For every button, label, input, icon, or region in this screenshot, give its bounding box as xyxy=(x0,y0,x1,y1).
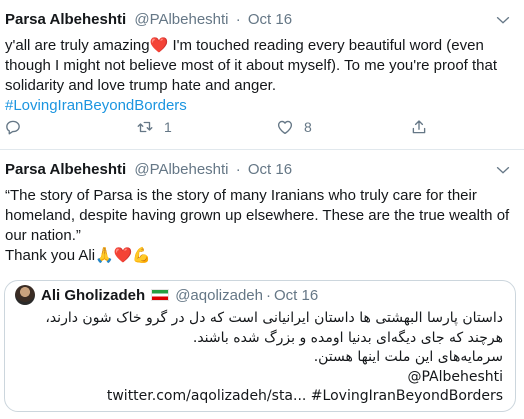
separator-dot: · xyxy=(235,161,241,178)
chevron-down-icon[interactable] xyxy=(495,162,511,178)
quoted-tweet-text: داستان پارسا البهشتی ها داستان ایرانیانی… xyxy=(23,309,503,407)
avatar[interactable] xyxy=(15,285,35,305)
quoted-line: سرمایه‌های این ملت اینها هستن. xyxy=(313,349,503,365)
tweet-date[interactable]: Oct 16 xyxy=(248,11,292,28)
tweet-text: y'all are truly amazing❤️ I'm touched re… xyxy=(5,36,515,116)
quoted-tweet-date[interactable]: Oct 16 xyxy=(274,287,318,304)
tweet-text: “The story of Parsa is the story of many… xyxy=(5,186,515,266)
share-button[interactable] xyxy=(410,118,428,136)
like-button[interactable]: 8 xyxy=(276,118,312,136)
quoted-tweet-card[interactable]: Ali Gholizadeh @aqolizadeh · Oct 16 داست… xyxy=(4,280,516,412)
quoted-tweet-header: Ali Gholizadeh @aqolizadeh · Oct 16 xyxy=(15,285,318,305)
separator-dot: · xyxy=(265,286,271,304)
quoted-author-name[interactable]: Ali Gholizadeh xyxy=(41,287,145,304)
tweet-actions: 1 8 xyxy=(0,118,524,142)
like-icon xyxy=(276,118,294,136)
tweet-header: Parsa Albeheshti @PAlbeheshti · Oct 16 xyxy=(5,160,292,180)
like-count: 8 xyxy=(304,119,312,135)
retweet-count: 1 xyxy=(164,119,172,135)
tweet-date[interactable]: Oct 16 xyxy=(248,161,292,178)
tweet-text-part: y'all are truly amazing xyxy=(5,37,150,54)
quoted-author-handle[interactable]: @aqolizadeh xyxy=(175,287,263,304)
author-name[interactable]: Parsa Albeheshti xyxy=(5,11,126,28)
quoted-link-line[interactable]: twitter.com/aqolizadeh/sta... #LovingIra… xyxy=(23,387,503,407)
share-icon xyxy=(410,118,428,136)
tweet-1[interactable]: Parsa Albeheshti @PAlbeheshti · Oct 16 y… xyxy=(0,0,524,150)
retweet-button[interactable]: 1 xyxy=(136,118,172,136)
reply-icon xyxy=(4,118,22,136)
author-handle[interactable]: @PAlbeheshti xyxy=(134,11,228,28)
emoji-group: 🙏❤️💪 xyxy=(95,247,152,264)
hashtag-link[interactable]: #LovingIranBeyondBorders xyxy=(5,97,187,114)
separator-dot: · xyxy=(235,11,241,28)
iran-flag-icon xyxy=(151,289,170,301)
author-handle[interactable]: @PAlbeheshti xyxy=(134,161,228,178)
mention-link[interactable]: @PAlbeheshti xyxy=(23,368,503,388)
author-name[interactable]: Parsa Albeheshti xyxy=(5,161,126,178)
chevron-down-icon[interactable] xyxy=(495,12,511,28)
thanks-text: Thank you Ali xyxy=(5,247,96,264)
tweet-header: Parsa Albeheshti @PAlbeheshti · Oct 16 xyxy=(5,10,292,30)
tweet-quote-text: “The story of Parsa is the story of many… xyxy=(5,187,510,244)
quoted-line: داستان پارسا البهشتی ها داستان ایرانیانی… xyxy=(45,310,503,326)
quoted-line: هرچند که جای دیگه‌ای بدنیا اومده و بزرگ … xyxy=(192,329,503,346)
reply-button[interactable] xyxy=(4,118,32,136)
retweet-icon xyxy=(136,118,154,136)
heart-emoji: ❤️ xyxy=(149,37,169,54)
